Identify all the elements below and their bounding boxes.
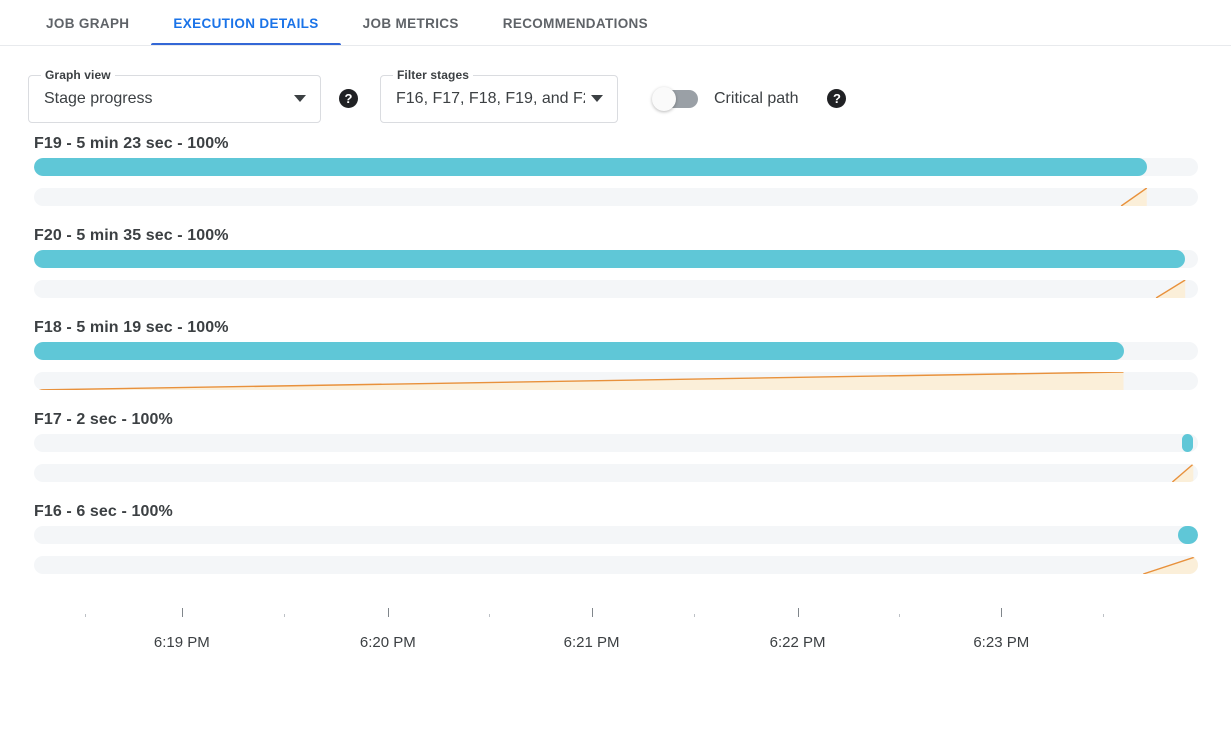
chevron-down-icon bbox=[294, 95, 306, 102]
stage-progress-bar bbox=[1178, 526, 1198, 544]
graph-view-select[interactable]: Graph view Stage progress bbox=[28, 75, 321, 123]
stage-row: F20 - 5 min 35 sec - 100% bbox=[0, 222, 1231, 298]
axis-tick-minor bbox=[694, 614, 695, 617]
toggle-knob bbox=[652, 87, 676, 111]
filter-stages-select[interactable]: Filter stages F16, F17, F18, F19, and F2… bbox=[380, 75, 618, 123]
graph-view-help-icon[interactable]: ? bbox=[339, 89, 358, 108]
stage-spacer bbox=[0, 390, 1231, 406]
filter-stages-label: Filter stages bbox=[393, 68, 473, 82]
tab-label: JOB METRICS bbox=[363, 16, 459, 31]
stage-spacer bbox=[0, 298, 1231, 314]
tab-execution-details[interactable]: EXECUTION DETAILS bbox=[151, 0, 340, 46]
axis-tick-minor bbox=[899, 614, 900, 617]
tab-label: EXECUTION DETAILS bbox=[173, 16, 318, 31]
axis-time-label: 6:21 PM bbox=[564, 634, 620, 651]
axis-tick-major bbox=[1001, 608, 1002, 617]
stage-progress-track bbox=[34, 434, 1198, 452]
tab-bar: JOB GRAPH EXECUTION DETAILS JOB METRICS REC… bbox=[0, 0, 1231, 46]
axis-tick-major bbox=[388, 608, 389, 617]
tab-job-graph[interactable]: JOB GRAPH bbox=[24, 0, 151, 46]
stage-spacer bbox=[0, 482, 1231, 498]
stage-workers-track bbox=[34, 464, 1198, 482]
tab-job-metrics[interactable]: JOB METRICS bbox=[341, 0, 481, 46]
critical-path-toggle[interactable] bbox=[654, 90, 698, 108]
stage-row: F16 - 6 sec - 100% bbox=[0, 498, 1231, 574]
critical-path-help-icon[interactable]: ? bbox=[827, 89, 846, 108]
stage-progress-track bbox=[34, 250, 1198, 268]
axis-time-label: 6:19 PM bbox=[154, 634, 210, 651]
stage-title: F18 - 5 min 19 sec - 100% bbox=[34, 314, 1198, 342]
stage-workers-track bbox=[34, 280, 1198, 298]
tab-label: RECOMMENDATIONS bbox=[503, 16, 648, 31]
stage-row: F17 - 2 sec - 100% bbox=[0, 406, 1231, 482]
axis-tick-minor bbox=[85, 614, 86, 617]
axis-tick-major bbox=[798, 608, 799, 617]
stage-title: F16 - 6 sec - 100% bbox=[34, 498, 1198, 526]
stage-workers-track bbox=[34, 188, 1198, 206]
stage-progress-bar bbox=[34, 250, 1185, 268]
stage-spacer bbox=[0, 574, 1231, 590]
stage-title: F19 - 5 min 23 sec - 100% bbox=[34, 130, 1198, 158]
axis-ticks bbox=[0, 604, 1231, 618]
axis-time-label: 6:23 PM bbox=[973, 634, 1029, 651]
stage-row: F18 - 5 min 19 sec - 100% bbox=[0, 314, 1231, 390]
axis-tick-minor bbox=[284, 614, 285, 617]
graph-view-label: Graph view bbox=[41, 68, 115, 82]
axis-tick-major bbox=[182, 608, 183, 617]
stage-progress-track bbox=[34, 158, 1198, 176]
filter-stages-value: F16, F17, F18, F19, and F20 bbox=[396, 90, 585, 108]
controls-toolbar: Graph view Stage progress ? Filter stage… bbox=[0, 46, 1231, 130]
stage-workers-track bbox=[34, 556, 1198, 574]
time-axis: 6:19 PM 6:20 PM 6:21 PM 6:22 PM 6:23 PM bbox=[0, 604, 1231, 672]
stage-progress-track bbox=[34, 526, 1198, 544]
critical-path-label: Critical path bbox=[714, 90, 798, 108]
stage-title: F20 - 5 min 35 sec - 100% bbox=[34, 222, 1198, 250]
stage-progress-bar bbox=[34, 158, 1147, 176]
graph-view-value: Stage progress bbox=[44, 90, 288, 108]
axis-time-label: 6:22 PM bbox=[770, 634, 826, 651]
stage-progress-bar bbox=[34, 342, 1124, 360]
critical-path-control: Critical path bbox=[654, 90, 798, 108]
chevron-down-icon bbox=[591, 95, 603, 102]
stage-title: F17 - 2 sec - 100% bbox=[34, 406, 1198, 434]
axis-time-label: 6:20 PM bbox=[360, 634, 416, 651]
stage-row: F19 - 5 min 23 sec - 100% bbox=[0, 130, 1231, 206]
axis-tick-minor bbox=[1103, 614, 1104, 617]
axis-tick-minor bbox=[489, 614, 490, 617]
stage-spacer bbox=[0, 206, 1231, 222]
stage-workers-track bbox=[34, 372, 1198, 390]
axis-tick-major bbox=[592, 608, 593, 617]
stage-progress-track bbox=[34, 342, 1198, 360]
stage-progress-bar bbox=[1182, 434, 1194, 452]
tab-label: JOB GRAPH bbox=[46, 16, 129, 31]
tab-recommendations[interactable]: RECOMMENDATIONS bbox=[481, 0, 670, 46]
stage-progress-list: F19 - 5 min 23 sec - 100% F20 - 5 min 35 … bbox=[0, 130, 1231, 590]
